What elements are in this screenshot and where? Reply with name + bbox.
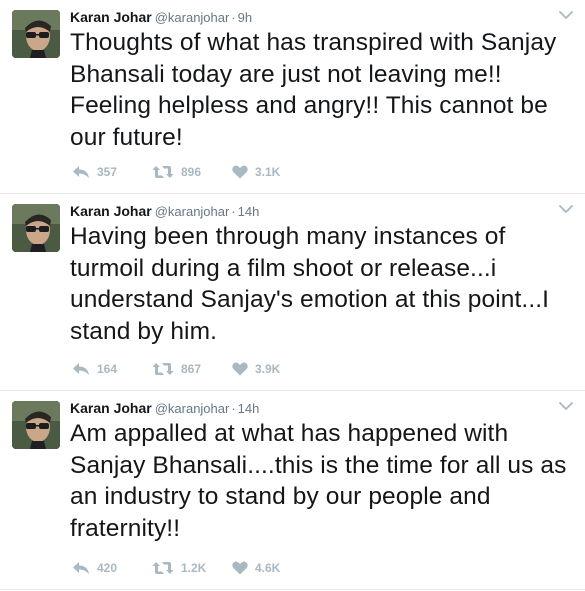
retweet-count: 867 [181, 362, 202, 376]
tweet-text: Am appalled at what has happened with Sa… [70, 420, 567, 542]
reply-count: 357 [97, 165, 118, 179]
tweet-timestamp[interactable]: 14h [238, 401, 260, 416]
avatar[interactable] [12, 10, 60, 58]
heart-icon [232, 362, 248, 376]
avatar[interactable] [12, 204, 60, 252]
retweet-count: 896 [181, 165, 202, 179]
tweet-timeline: Karan Johar @karanjohar · 9h Thoughts of wh… [0, 0, 585, 591]
header-separator: · [231, 401, 236, 416]
heart-icon [232, 165, 248, 179]
chevron-down-icon[interactable] [559, 10, 573, 20]
reply-count: 164 [97, 362, 118, 376]
like-button[interactable]: 3.1K [232, 163, 280, 181]
tweet[interactable]: Karan Johar @karanjohar · 9h Thoughts of wh… [0, 0, 585, 194]
author-handle[interactable]: @karanjohar [155, 204, 230, 219]
author-name[interactable]: Karan Johar [70, 203, 152, 219]
avatar-photo [12, 10, 60, 58]
tweet-header: Karan Johar @karanjohar · 14h [70, 399, 545, 418]
tweet[interactable]: Karan Johar @karanjohar · 14h Having been t… [0, 194, 585, 391]
chevron-down-icon[interactable] [559, 401, 573, 411]
reply-icon [73, 363, 89, 375]
header-separator: · [231, 204, 236, 219]
heart-icon [232, 561, 248, 575]
reply-button[interactable]: 164 [72, 360, 117, 378]
tweet-timestamp[interactable]: 14h [238, 204, 260, 219]
reply-button[interactable]: 420 [72, 559, 117, 577]
like-count: 4.6K [255, 561, 281, 575]
tweet-header: Karan Johar @karanjohar · 14h [70, 202, 545, 221]
like-button[interactable]: 3.9K [232, 360, 280, 378]
retweet-icon [152, 363, 174, 375]
tweet-text: Thoughts of what has transpired with San… [70, 29, 557, 151]
retweet-button[interactable]: 867 [152, 360, 201, 378]
like-count: 3.9K [255, 362, 281, 376]
avatar-photo [12, 401, 60, 449]
retweet-count: 1.2K [181, 561, 207, 575]
author-handle[interactable]: @karanjohar [155, 401, 230, 416]
chevron-down-icon[interactable] [559, 204, 573, 214]
retweet-icon [152, 166, 174, 178]
reply-button[interactable]: 357 [72, 163, 117, 181]
reply-count: 420 [97, 561, 118, 575]
tweet-text: Having been through many instances of tu… [70, 223, 550, 345]
avatar[interactable] [12, 401, 60, 449]
reply-icon [73, 562, 89, 574]
author-name[interactable]: Karan Johar [70, 9, 152, 25]
reply-icon [73, 166, 89, 178]
author-handle[interactable]: @karanjohar [155, 10, 230, 25]
retweet-button[interactable]: 896 [152, 163, 201, 181]
like-button[interactable]: 4.6K [232, 559, 280, 577]
tweet-actions: 164 867 3.9K [72, 360, 492, 378]
like-count: 3.1K [255, 165, 281, 179]
tweet-header: Karan Johar @karanjohar · 9h [70, 8, 545, 27]
avatar-photo [12, 204, 60, 252]
retweet-button[interactable]: 1.2K [152, 559, 206, 577]
tweet[interactable]: Karan Johar @karanjohar · 14h Am appalled a… [0, 391, 585, 590]
tweet-actions: 420 1.2K 4.6K [72, 559, 492, 577]
header-separator: · [231, 10, 236, 25]
tweet-actions: 357 896 3.1K [72, 163, 492, 181]
tweet-timestamp[interactable]: 9h [238, 10, 252, 25]
author-name[interactable]: Karan Johar [70, 400, 152, 416]
retweet-icon [152, 562, 174, 574]
